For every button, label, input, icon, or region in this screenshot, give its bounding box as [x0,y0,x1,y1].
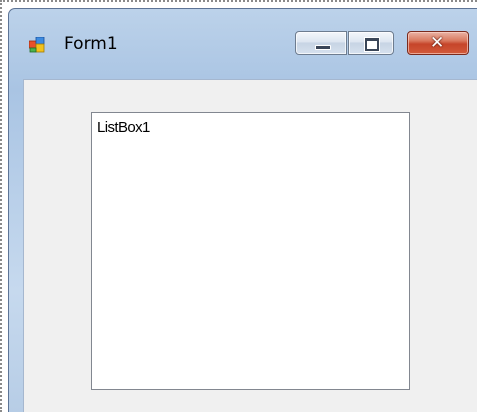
windows-form-icon [28,36,47,53]
title-bar[interactable]: Form1 ✕ [9,9,477,79]
minimize-button[interactable] [295,31,347,55]
window-title: Form1 [64,34,118,54]
minimize-icon [315,45,331,50]
close-button[interactable]: ✕ [407,31,469,55]
form-client-area: ListBox1 [23,79,477,412]
close-icon: ✕ [430,33,445,53]
maximize-button[interactable] [348,31,394,55]
listbox-item[interactable]: ListBox1 [97,119,150,137]
form-window: Form1 ✕ ListBox1 [8,8,477,412]
listbox[interactable]: ListBox1 [91,112,410,390]
maximize-icon [364,37,380,52]
